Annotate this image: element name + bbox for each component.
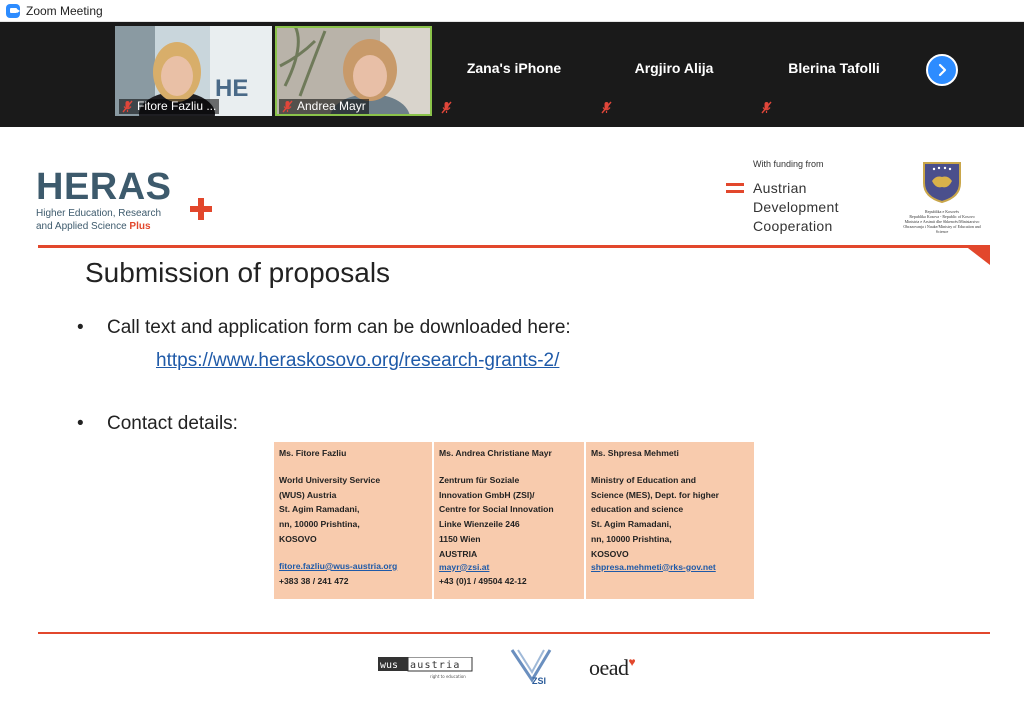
contact-address-line: nn, 10000 Prishtina, (279, 519, 360, 530)
heras-logo-subtitle-2: and Applied Science Plus (36, 221, 151, 232)
contact-phone: +383 38 / 241 472 (279, 575, 349, 586)
ada-line: Austrian (753, 180, 807, 196)
shared-screen-slide: HERAS Higher Education, Research and App… (0, 127, 1024, 706)
contact-address-line: Centre for Social Innovation (439, 504, 554, 515)
contact-address-line: Innovation GmbH (ZSI)/ (439, 489, 535, 500)
svg-text:austria: austria (410, 660, 461, 671)
muted-mic-icon (760, 101, 773, 114)
oead-logo: oead♥ (589, 655, 636, 680)
contact-column: Ms. Shpresa Mehmeti Ministry of Educatio… (584, 442, 754, 599)
participant-name: Argjiro Alija (634, 60, 714, 76)
window-title: Zoom Meeting (26, 3, 103, 18)
contact-email-link[interactable]: mayr@zsi.at (439, 560, 580, 575)
contact-email-link[interactable]: shpresa.mehmeti@rks-gov.net (591, 560, 750, 575)
next-participants-button[interactable] (926, 54, 958, 86)
contact-address-line: Linke Wienzeile 246 (439, 519, 520, 530)
heras-logo-subtitle-1: Higher Education, Research (36, 208, 162, 219)
ada-logo: Austrian Development Cooperation (753, 179, 839, 236)
contact-address-line: (WUS) Austria (279, 489, 337, 500)
participant-name-label: Andrea Mayr (279, 99, 369, 114)
contact-column: Ms. Fitore Fazliu World University Servi… (274, 442, 432, 599)
bullet-text: Contact details: (107, 413, 238, 434)
svg-text:wus: wus (380, 660, 398, 671)
contact-address-line: 1150 Wien (439, 533, 481, 544)
contact-address-line: Zentrum für Soziale (439, 474, 520, 485)
wus-austria-logo: wus austria right to education (378, 657, 473, 679)
participant-tile-video[interactable]: HE Fitore Fazliu ... (115, 26, 272, 116)
contact-email-link[interactable]: fitore.fazliu@wus-austria.org (279, 559, 428, 574)
muted-mic-icon (281, 100, 294, 113)
header-divider (38, 245, 990, 248)
bullet-contact-details: • Contact details: (77, 413, 238, 435)
svg-text:ZSI: ZSI (532, 676, 546, 686)
muted-mic-icon (121, 100, 134, 113)
contact-address-line: education and science (591, 504, 684, 515)
zoom-camera-icon (6, 3, 20, 18)
research-grants-link[interactable]: https://www.heraskosovo.org/research-gra… (156, 350, 559, 372)
contact-address-line: Science (MES), Dept. for higher (591, 489, 719, 500)
footer-divider (38, 632, 990, 634)
heart-icon: ♥ (628, 655, 636, 669)
austrian-flag-icon (726, 183, 744, 193)
contact-address-line: KOSOVO (279, 533, 317, 544)
contact-table: Ms. Fitore Fazliu World University Servi… (274, 442, 754, 599)
contact-address-line: St. Agim Ramadani, (591, 519, 672, 530)
heras-plus-icon (190, 198, 212, 220)
participant-name: Blerina Tafolli (788, 60, 880, 76)
zsi-logo: ZSI (510, 649, 552, 686)
participant-name: Fitore Fazliu ... (137, 99, 217, 113)
bullet-glyph: • (77, 317, 84, 338)
contact-address-line: Ministry of Education and (591, 474, 697, 485)
ministry-caption: Republika e Kosovës Republika Kosova - R… (903, 209, 981, 234)
svg-text:right to education: right to education (430, 674, 466, 679)
participant-name: Andrea Mayr (297, 99, 366, 113)
bullet-text: Call text and application form can be do… (107, 317, 571, 338)
kosovo-coat-of-arms-icon (923, 162, 961, 203)
participant-tile-name[interactable]: Blerina Tafolli (756, 26, 912, 116)
contact-name: Ms. Andrea Christiane Mayr (439, 448, 552, 458)
contact-address-line: St. Agim Ramadani, (279, 504, 360, 515)
corner-accent (964, 245, 990, 265)
ada-line: Cooperation (753, 218, 833, 234)
contact-phone: +43 (0)1 / 49504 42-12 (439, 576, 527, 587)
contact-name: Ms. Fitore Fazliu (279, 448, 347, 458)
svg-text:HE: HE (215, 75, 248, 102)
participant-name: Zana's iPhone (466, 60, 562, 76)
heras-logo: HERAS Higher Education, Research and App… (36, 166, 212, 232)
window-titlebar: Zoom Meeting (0, 0, 1024, 22)
participant-strip: HE Fitore Fazliu ... Andrea Mayr Zana's … (0, 22, 1024, 127)
chevron-right-icon (938, 63, 947, 77)
bullet-call-text: • Call text and application form can be … (77, 317, 571, 339)
contact-address-line: World University Service (279, 474, 381, 485)
heras-logo-word: HERAS (36, 166, 172, 208)
funding-label: With funding from (753, 159, 824, 169)
muted-mic-icon (600, 101, 613, 114)
ada-line: Development (753, 199, 839, 215)
contact-column: Ms. Andrea Christiane Mayr Zentrum für S… (432, 442, 584, 599)
contact-address-line: nn, 10000 Prishtina, (591, 533, 672, 544)
participant-tile-name[interactable]: Zana's iPhone (436, 26, 592, 116)
slide-title: Submission of proposals (85, 257, 391, 288)
participant-tile-name[interactable]: Argjiro Alija (596, 26, 752, 116)
participant-name-label: Fitore Fazliu ... (119, 99, 220, 114)
bullet-glyph: • (77, 413, 84, 434)
muted-mic-icon (440, 101, 453, 114)
contact-name: Ms. Shpresa Mehmeti (591, 448, 679, 458)
participant-tile-video-active[interactable]: Andrea Mayr (275, 26, 432, 116)
